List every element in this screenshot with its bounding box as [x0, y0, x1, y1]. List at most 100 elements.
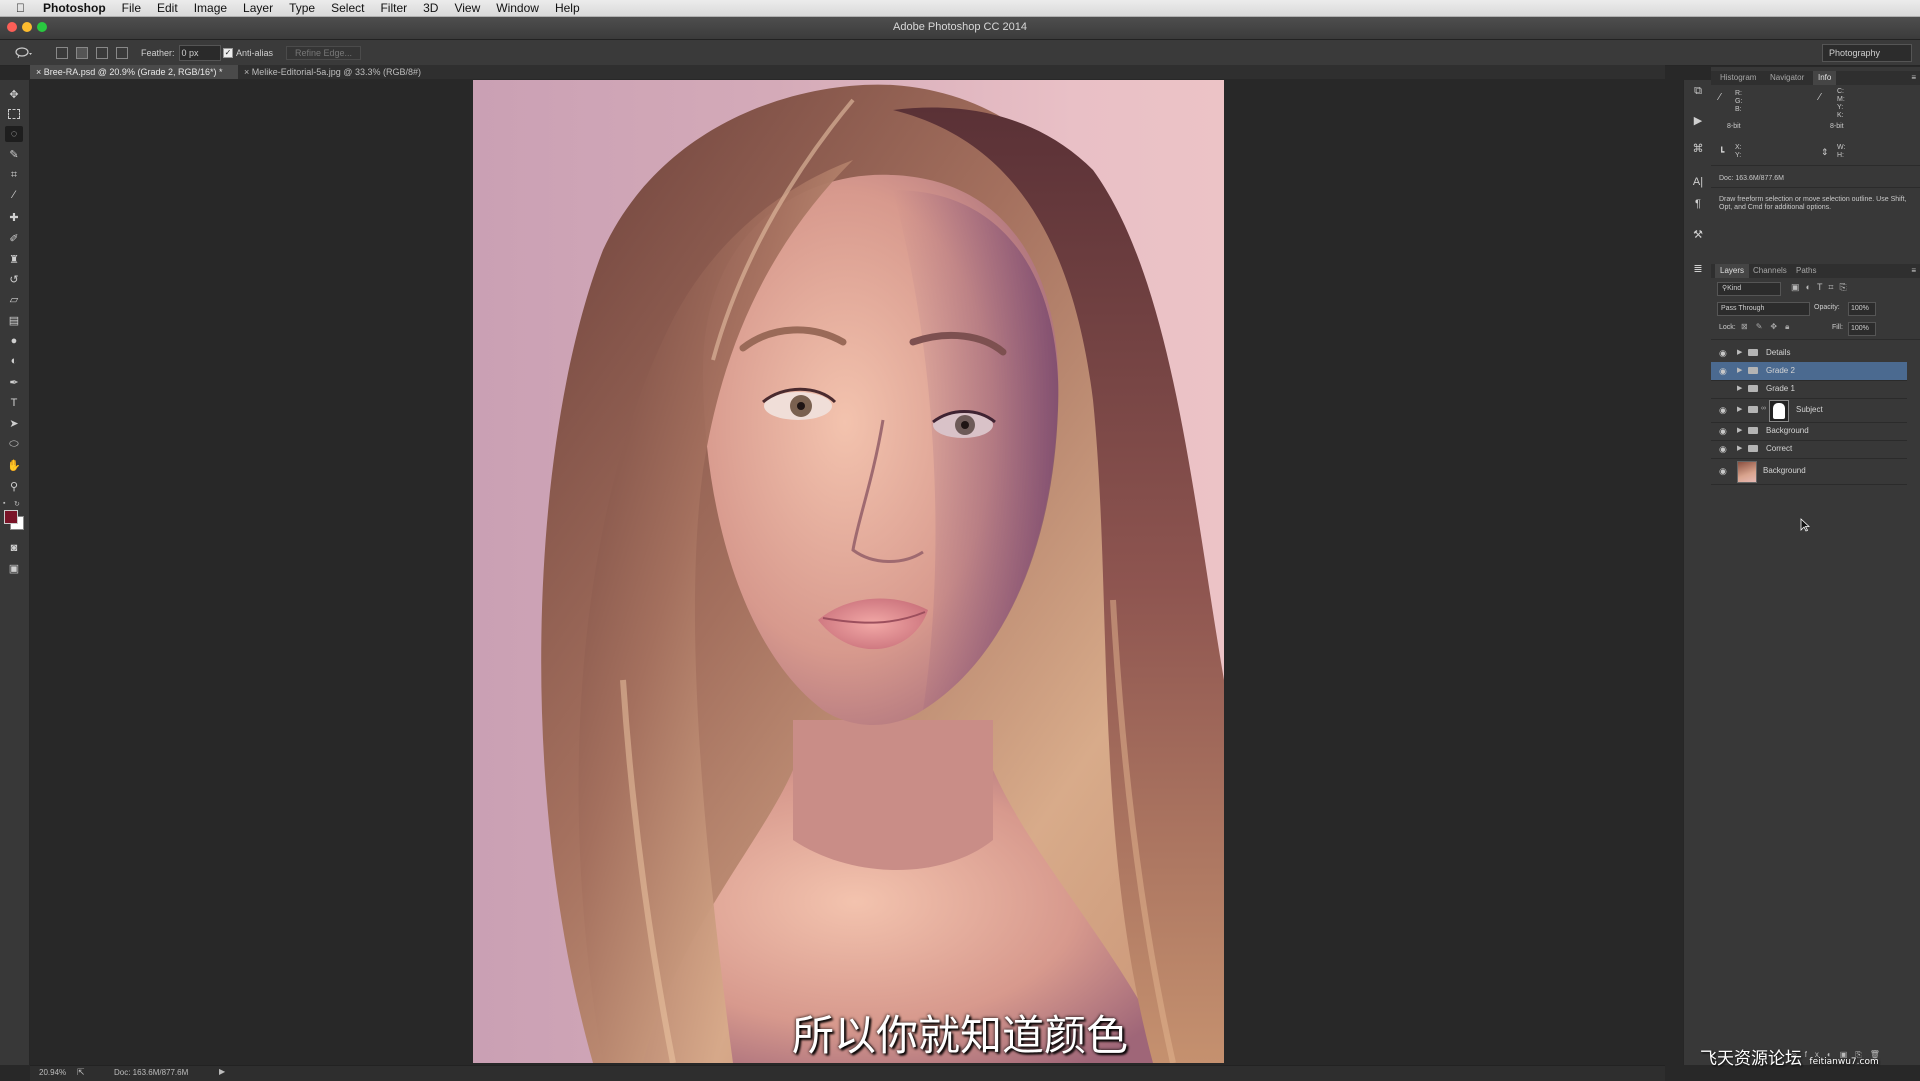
expand-arrow-icon[interactable]: ▶ — [1737, 366, 1742, 374]
menu-filter[interactable]: Filter — [372, 0, 415, 16]
properties-panel-icon[interactable]: ≣ — [1690, 262, 1706, 276]
workspace-select[interactable]: Photography — [1822, 43, 1912, 62]
layer-row-grade-1[interactable]: ◉ ▶ Grade 1 — [1711, 380, 1907, 399]
tab-layers[interactable]: Layers — [1715, 264, 1750, 278]
path-selection-tool-icon[interactable]: ➤ — [5, 415, 23, 431]
layer-row-correct[interactable]: ◉ ▶ Correct — [1711, 440, 1907, 459]
menu-file[interactable]: File — [114, 0, 149, 16]
marquee-tool-icon[interactable] — [5, 106, 23, 122]
lasso-tool-icon[interactable]: ◌ — [5, 126, 23, 142]
type-tool-icon[interactable]: T — [5, 395, 23, 411]
brush-presets-icon[interactable]: ⌘ — [1690, 142, 1706, 156]
menu-type[interactable]: Type — [281, 0, 323, 16]
app-menu[interactable]: Photoshop — [35, 0, 114, 16]
paragraph-panel-icon[interactable]: ¶ — [1690, 198, 1706, 212]
new-selection-icon[interactable] — [56, 46, 68, 59]
history-panel-icon[interactable]: ⧉ — [1690, 85, 1706, 99]
tab-navigator[interactable]: Navigator — [1765, 71, 1809, 85]
menu-help[interactable]: Help — [547, 0, 588, 16]
history-brush-tool-icon[interactable]: ↺ — [5, 271, 23, 287]
refine-edge-button[interactable]: Refine Edge... — [286, 45, 362, 60]
foreground-color-swatch[interactable] — [4, 510, 18, 524]
brush-tool-icon[interactable]: ✐ — [5, 230, 23, 246]
menu-3d[interactable]: 3D — [415, 0, 446, 16]
layer-row-details[interactable]: ◉ ▶ Details — [1711, 344, 1907, 363]
lock-icons[interactable]: ⊠✎✥🔒︎ — [1741, 322, 1797, 332]
screen-mode-icon[interactable]: ▣ — [5, 560, 23, 576]
layer-row-background[interactable]: ◉ Background — [1711, 458, 1907, 485]
eye-icon[interactable]: ◉ — [1719, 426, 1727, 437]
quick-mask-icon[interactable]: ◙ — [5, 540, 23, 556]
tab-paths[interactable]: Paths — [1791, 264, 1821, 278]
layer-row-subject[interactable]: ◉ ▶ ∞ Subject — [1711, 398, 1907, 423]
intersect-selection-icon[interactable] — [116, 46, 128, 59]
folder-icon — [1748, 349, 1758, 356]
eye-icon[interactable]: ◉ — [1719, 444, 1727, 455]
shape-tool-icon[interactable]: ⬭ — [5, 436, 23, 452]
expand-arrow-icon[interactable]: ▶ — [1737, 444, 1742, 452]
swap-colors-icon[interactable]: ↻ — [14, 500, 22, 508]
close-icon[interactable]: × — [244, 67, 252, 77]
layer-row-grade-2[interactable]: ◉ ▶ Grade 2 — [1711, 362, 1907, 381]
default-colors-icon[interactable]: ▪ — [3, 500, 11, 508]
share-icon[interactable]: ⇱ — [77, 1067, 85, 1078]
layer-filter-select[interactable]: ⚲Kind — [1717, 282, 1781, 296]
expand-arrow-icon[interactable]: ▶ — [1737, 384, 1742, 392]
expand-arrow-icon[interactable]: ▶ — [1737, 426, 1742, 434]
fill-input[interactable]: 100% — [1848, 322, 1876, 336]
tab-info[interactable]: Info — [1813, 71, 1837, 85]
tab-histogram[interactable]: Histogram — [1715, 71, 1761, 85]
panel-menu-icon[interactable]: ≡ — [1911, 266, 1916, 275]
tab-melike-editorial[interactable]: × Melike-Editorial-5a.jpg @ 33.3% (RGB/8… — [238, 65, 446, 79]
layer-row-background-group[interactable]: ◉ ▶ Background — [1711, 422, 1907, 441]
healing-brush-tool-icon[interactable]: ✚ — [5, 209, 23, 225]
move-tool-icon[interactable]: ✥ — [5, 86, 23, 102]
pen-tool-icon[interactable]: ✒ — [5, 374, 23, 390]
close-icon[interactable]: × — [36, 67, 44, 77]
zoom-level[interactable]: 20.94% — [39, 1068, 66, 1077]
menu-select[interactable]: Select — [323, 0, 372, 16]
zoom-tool-icon[interactable]: ⚲ — [5, 478, 23, 494]
crop-tool-icon[interactable]: ⌗ — [5, 167, 23, 183]
quick-selection-tool-icon[interactable]: ✎ — [5, 146, 23, 162]
actions-panel-icon[interactable]: ▶ — [1690, 114, 1706, 128]
character-panel-icon[interactable]: A| — [1690, 176, 1706, 190]
opacity-input[interactable]: 100% — [1848, 302, 1876, 316]
panel-menu-icon[interactable]: ≡ — [1911, 73, 1916, 82]
menu-window[interactable]: Window — [488, 0, 547, 16]
eye-icon[interactable]: ◉ — [1719, 466, 1727, 477]
blend-mode-select[interactable]: Pass Through — [1717, 302, 1810, 316]
menu-view[interactable]: View — [446, 0, 488, 16]
blur-tool-icon[interactable]: ● — [5, 333, 23, 349]
gradient-tool-icon[interactable]: ▤ — [5, 312, 23, 328]
expand-arrow-icon[interactable]: ▶ — [1737, 405, 1742, 413]
lasso-tool-preset[interactable] — [14, 40, 34, 65]
tab-channels[interactable]: Channels — [1748, 264, 1792, 278]
tab-bree-ra[interactable]: × Bree-RA.psd @ 20.9% (Grade 2, RGB/16*)… — [30, 65, 238, 79]
eye-icon[interactable]: ◉ — [1719, 366, 1727, 377]
clone-stamp-tool-icon[interactable]: ♜ — [5, 251, 23, 267]
hand-tool-icon[interactable]: ✋ — [5, 457, 23, 473]
status-menu-arrow-icon[interactable]: ▶ — [219, 1067, 225, 1076]
menu-edit[interactable]: Edit — [149, 0, 186, 16]
feather-input[interactable]: 0 px — [178, 44, 221, 61]
eyedropper-tool-icon[interactable]: ⁄ — [5, 187, 23, 203]
subtract-selection-icon[interactable] — [96, 46, 108, 59]
eye-icon[interactable]: ◉ — [1719, 348, 1727, 359]
link-icon[interactable]: ∞ — [1761, 405, 1766, 412]
layer-mask-thumbnail[interactable] — [1769, 400, 1789, 422]
layer-filter-icons[interactable]: ▣◐T⌗⎘ — [1791, 282, 1911, 294]
folder-icon — [1748, 406, 1758, 413]
menu-layer[interactable]: Layer — [235, 0, 281, 16]
menu-image[interactable]: Image — [186, 0, 235, 16]
document-image[interactable] — [473, 80, 1224, 1063]
apple-icon[interactable]:  — [0, 1, 35, 15]
eye-icon[interactable]: ◉ — [1719, 405, 1727, 416]
eraser-tool-icon[interactable]: ▱ — [5, 291, 23, 307]
add-to-selection-icon[interactable] — [76, 46, 88, 59]
expand-arrow-icon[interactable]: ▶ — [1737, 348, 1742, 356]
tool-presets-icon[interactable]: ⚒ — [1690, 228, 1706, 242]
dodge-tool-icon[interactable]: ◐ — [5, 353, 23, 369]
eye-icon[interactable]: ◉ — [1719, 384, 1727, 395]
antialias-checkbox[interactable]: ✓ — [223, 47, 233, 58]
